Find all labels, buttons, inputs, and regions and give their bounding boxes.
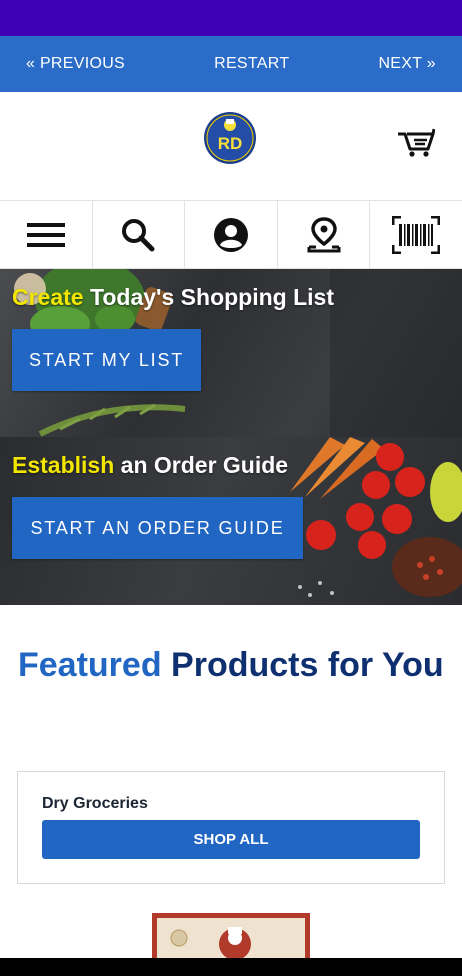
next-link[interactable]: NEXT »	[378, 55, 436, 73]
account-button[interactable]	[185, 201, 278, 268]
featured-heading-accent: Featured	[18, 646, 162, 684]
category-card: Dry Groceries SHOP ALL	[17, 771, 445, 884]
shopping-list-banner: Create Today's Shopping List START MY LI…	[0, 269, 462, 437]
guide-navigation: « PREVIOUS RESTART NEXT »	[0, 36, 462, 92]
store-locator-button[interactable]	[278, 201, 371, 268]
previous-link[interactable]: « PREVIOUS	[26, 55, 125, 73]
start-order-guide-button[interactable]: START AN ORDER GUIDE	[12, 497, 303, 559]
shopping-list-title-rest: Today's Shopping List	[83, 284, 334, 310]
shopping-list-title: Create Today's Shopping List	[12, 284, 334, 311]
system-navigation-bar	[0, 958, 462, 976]
system-status-bar	[0, 0, 462, 36]
search-button[interactable]	[93, 201, 186, 268]
cart-icon[interactable]	[397, 128, 435, 158]
order-guide-title-highlight: Establish	[12, 452, 115, 478]
featured-heading-rest: Products for You	[161, 646, 444, 684]
quick-actions-toolbar	[0, 200, 462, 269]
shopping-list-title-highlight: Create	[12, 284, 84, 310]
chef-emblem-icon	[170, 927, 251, 960]
menu-button[interactable]	[0, 201, 93, 268]
category-title: Dry Groceries	[42, 795, 148, 812]
barcode-scan-button[interactable]	[370, 201, 462, 268]
product-label-panel	[157, 918, 305, 961]
restaurant-depot-logo[interactable]: RD	[203, 111, 257, 165]
start-my-list-button[interactable]: START MY LIST	[12, 329, 201, 391]
location-icon	[307, 216, 341, 252]
restart-link[interactable]: RESTART	[214, 55, 289, 73]
account-icon	[213, 217, 248, 252]
order-guide-banner: Establish an Order Guide START AN ORDER …	[0, 437, 462, 605]
order-guide-title-rest: an Order Guide	[114, 452, 289, 478]
product-image[interactable]	[152, 913, 310, 961]
barcode-icon	[392, 215, 441, 254]
featured-products-heading: Featured Products for You	[18, 645, 448, 685]
search-icon	[122, 218, 155, 251]
menu-icon	[26, 222, 65, 247]
shop-all-button[interactable]: SHOP ALL	[42, 820, 420, 859]
order-guide-title: Establish an Order Guide	[12, 452, 288, 479]
site-header: RD	[0, 92, 462, 200]
logo-text: RD	[218, 134, 243, 153]
